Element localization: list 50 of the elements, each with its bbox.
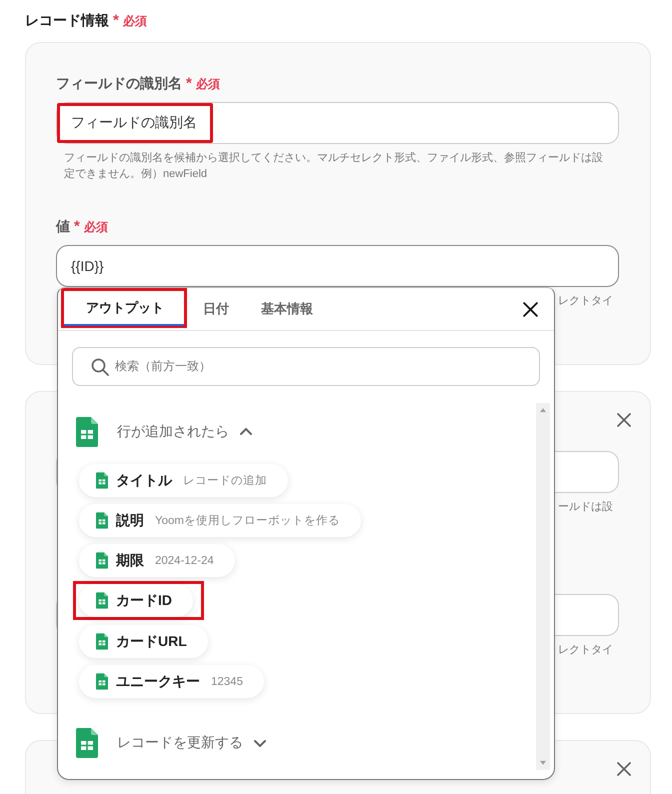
output-chip[interactable]: 説明 Yoomを使用しフローボットを作る xyxy=(79,504,361,537)
required-asterisk: * xyxy=(113,12,119,29)
spreadsheet-icon xyxy=(96,552,108,569)
chip-name: カードURL xyxy=(116,632,187,650)
spreadsheet-icon xyxy=(96,512,108,529)
tab[interactable]: 日付 xyxy=(187,288,245,330)
spreadsheet-icon xyxy=(76,728,98,758)
chip-name: 説明 xyxy=(116,512,144,530)
tab[interactable]: アウトプット xyxy=(61,288,187,328)
close-icon[interactable] xyxy=(522,300,539,318)
output-chip[interactable]: タイトル レコードの追加 xyxy=(79,464,288,497)
chip-value: 2024-12-24 xyxy=(155,554,214,566)
chip-name: 期限 xyxy=(116,552,144,570)
spreadsheet-icon xyxy=(76,417,98,447)
chip-value: Yoomを使用しフローボットを作る xyxy=(155,514,340,528)
search-field[interactable]: 検索（前方一致） xyxy=(72,347,540,386)
input-field[interactable]: フィールドの識別名 xyxy=(56,102,619,144)
required-label: 必須 xyxy=(196,76,220,93)
spreadsheet-icon xyxy=(96,592,108,609)
chip-name: カードID xyxy=(116,592,172,610)
help-text: ールドは設 xyxy=(557,500,613,515)
help-text: レクトタイ xyxy=(557,643,613,658)
required-asterisk: * xyxy=(74,218,80,235)
group-title[interactable]: レコードを更新する xyxy=(117,734,243,752)
required-label: 必須 xyxy=(84,219,108,236)
field-label: フィールドの識別名 xyxy=(56,75,182,93)
output-chip[interactable]: カードURL xyxy=(79,625,208,658)
chip-name: タイトル xyxy=(116,472,172,490)
required-asterisk: * xyxy=(186,75,192,92)
output-chip[interactable]: カードID xyxy=(79,584,193,617)
chip-name: ユニークキー xyxy=(116,672,200,690)
search-placeholder: 検索（前方一致） xyxy=(115,358,211,375)
spreadsheet-icon xyxy=(96,472,108,489)
input-field[interactable]: {{ID}} xyxy=(56,245,619,287)
expand-caret-icon[interactable] xyxy=(253,737,267,749)
spreadsheet-icon xyxy=(96,673,108,690)
search-icon xyxy=(91,358,109,376)
spreadsheet-icon xyxy=(96,633,108,650)
help-text: レクトタイ xyxy=(557,294,613,309)
chip-value: レコードの追加 xyxy=(183,474,267,488)
tab[interactable]: 基本情報 xyxy=(245,288,329,330)
output-chip[interactable]: ユニークキー 12345 xyxy=(79,665,264,698)
group-title[interactable]: 行が追加されたら xyxy=(117,423,229,441)
field-label: 値 xyxy=(56,218,70,236)
help-text: フィールドの識別名を候補から選択してください。マルチセレクト形式、ファイル形式、参照フィールドは設定できません。例）newField xyxy=(63,150,604,182)
required-label: 必須 xyxy=(122,13,147,30)
collapse-caret-icon[interactable] xyxy=(239,426,253,438)
chip-value: 12345 xyxy=(211,676,243,688)
section-title: レコード情報 xyxy=(25,12,109,30)
output-chip[interactable]: 期限 2024-12-24 xyxy=(79,544,235,577)
